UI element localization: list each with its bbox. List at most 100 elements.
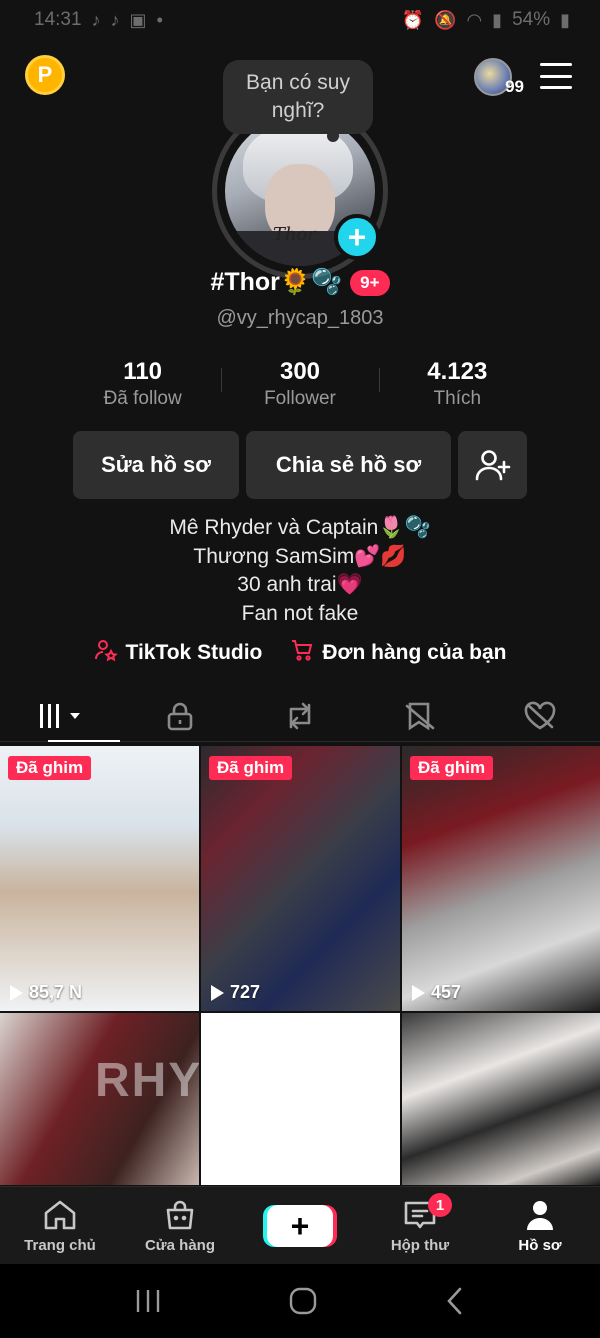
play-icon [211,984,224,1001]
view-count: 457 [412,982,461,1003]
view-count: 727 [211,982,260,1003]
home-button-icon[interactable] [288,1286,318,1316]
stat-followers[interactable]: 300 Follower [221,358,378,414]
tab-private[interactable] [120,690,240,741]
home-icon [42,1198,78,1232]
alarm-icon: ⏰ [401,9,425,30]
tab-reposts[interactable] [240,690,360,741]
story-count: 99 [505,77,524,96]
tab-liked[interactable] [480,690,600,741]
avatar-signature: Thor [273,224,317,245]
thought-bubble[interactable]: Bạn có suy nghĩ? [223,60,373,142]
create-button[interactable]: + [267,1204,333,1247]
tiktok-notification-icon: ♪ [91,9,101,30]
system-nav [0,1264,600,1338]
play-icon [10,984,23,1001]
video-grid: Đã ghim 85,7 N Đã ghim 727 Đã ghim 457 R… [0,746,600,1185]
content-tabs [0,690,600,742]
stat-likes[interactable]: 4.123 Thích [378,358,536,414]
bio-line: Mê Rhyder và Captain🌷🫧 [169,516,431,539]
coin-icon: P [37,62,53,87]
view-count-text: 727 [230,982,261,1002]
nav-create[interactable]: + [240,1187,360,1264]
bio-line: Thương SamSim💕💋 [193,544,407,568]
bio-line: 30 anh trai💗 [237,573,363,596]
orders-link[interactable]: Đơn hàng của bạn [290,638,507,668]
nav-home-label: Trang chủ [24,1236,96,1254]
profile-stats: 110 Đã follow 300 Follower 4.123 Thích [64,358,536,414]
video-thumbnail[interactable]: RHY [0,1013,199,1185]
inbox-badge: 1 [428,1193,452,1217]
pinned-badge: Đã ghim [209,756,293,780]
battery-icon: ▮ [560,9,570,30]
back-icon[interactable] [443,1286,467,1316]
nav-shop-label: Cửa hàng [144,1236,216,1254]
recent-apps-icon[interactable] [133,1287,163,1315]
battery-level: 54% [512,9,551,30]
video-thumbnail[interactable]: Đã ghim 457 [402,746,600,1011]
add-friend-icon [475,450,510,481]
add-story-button[interactable]: + [334,214,380,260]
profile-links: TikTok Studio Đơn hàng của bạn [0,638,600,668]
status-right: ⏰ 🔕 ◠ ▮ 54% ▮ [402,9,570,31]
status-bar: 14:31 ♪ ♪ ▣ • ⏰ 🔕 ◠ ▮ 54% ▮ [0,0,600,40]
status-left: 14:31 ♪ ♪ ▣ • [34,9,163,31]
menu-icon[interactable] [540,63,572,89]
nav-shop[interactable]: Cửa hàng [120,1187,240,1264]
tiktok-studio-label: TikTok Studio [125,641,263,664]
notification-badge[interactable]: 9+ [350,269,390,296]
add-friend-button[interactable] [458,431,527,499]
pinned-badge: Đã ghim [8,756,92,780]
nav-inbox-label: Hộp thư [390,1236,450,1254]
orders-label: Đơn hàng của bạn [322,641,507,664]
profile-bio: Mê Rhyder và Captain🌷🫧 Thương SamSim💕💋 3… [0,514,600,628]
thumbnail-overlay-text: RHY [95,1054,199,1107]
nav-profile-label: Hồ sơ [518,1236,562,1254]
lock-icon [167,702,193,730]
view-count: 85,7 N [10,982,82,1003]
bookmark-off-icon [405,702,435,730]
view-count-text: 457 [431,982,462,1002]
stat-following-label: Đã follow [103,388,182,409]
stat-likes-value: 4.123 [427,358,488,385]
bio-line: Fan not fake [241,601,359,625]
tab-saved[interactable] [360,690,480,741]
bottom-nav: Trang chủ Cửa hàng + 1 Hộp thư Hồ sơ [0,1186,600,1264]
videos-grid-icon [40,703,80,728]
mute-icon: 🔕 [434,9,457,30]
video-thumbnail[interactable]: Đã ghim 727 [201,746,400,1011]
pinned-badge: Đã ghim [410,756,494,780]
stat-followers-value: 300 [279,358,321,385]
tab-videos[interactable] [0,690,120,742]
coin-button[interactable]: P [25,55,65,95]
stat-following-value: 110 [123,358,163,385]
cart-icon [290,638,314,668]
heart-off-icon [524,701,556,729]
view-count-text: 85,7 N [29,982,83,1002]
shopping-bag-icon [164,1198,196,1232]
status-time: 14:31 [34,9,82,30]
tiktok-app-icon: ♪ [110,9,120,30]
username: @vy_rhycap_1803 [216,307,384,329]
nav-profile[interactable]: Hồ sơ [480,1187,600,1264]
stat-following[interactable]: 110 Đã follow [64,358,221,414]
video-thumbnail[interactable] [402,1013,600,1185]
name-row: #Thor🌻🫧 9+ [0,268,600,297]
video-thumbnail[interactable] [201,1013,400,1185]
tiktok-studio-link[interactable]: TikTok Studio [94,638,263,668]
nav-inbox[interactable]: 1 Hộp thư [360,1187,480,1264]
share-profile-button[interactable]: Chia sẻ hồ sơ [246,431,451,499]
edit-profile-button[interactable]: Sửa hồ sơ [73,431,239,499]
plus-icon: + [290,1207,310,1244]
gallery-icon: ▣ [129,9,147,30]
dot-icon: • [156,9,163,30]
video-thumbnail[interactable]: Đã ghim 85,7 N [0,746,199,1011]
stat-likes-label: Thích [433,388,482,409]
play-icon [412,984,425,1001]
profile-actions: Sửa hồ sơ Chia sẻ hồ sơ [73,431,527,499]
thought-bubble-text: Bạn có suy nghĩ? [246,71,350,122]
signal-icon: ▮ [492,9,503,30]
nav-home[interactable]: Trang chủ [0,1187,120,1264]
profile-icon [525,1198,555,1232]
studio-person-icon [94,638,118,668]
